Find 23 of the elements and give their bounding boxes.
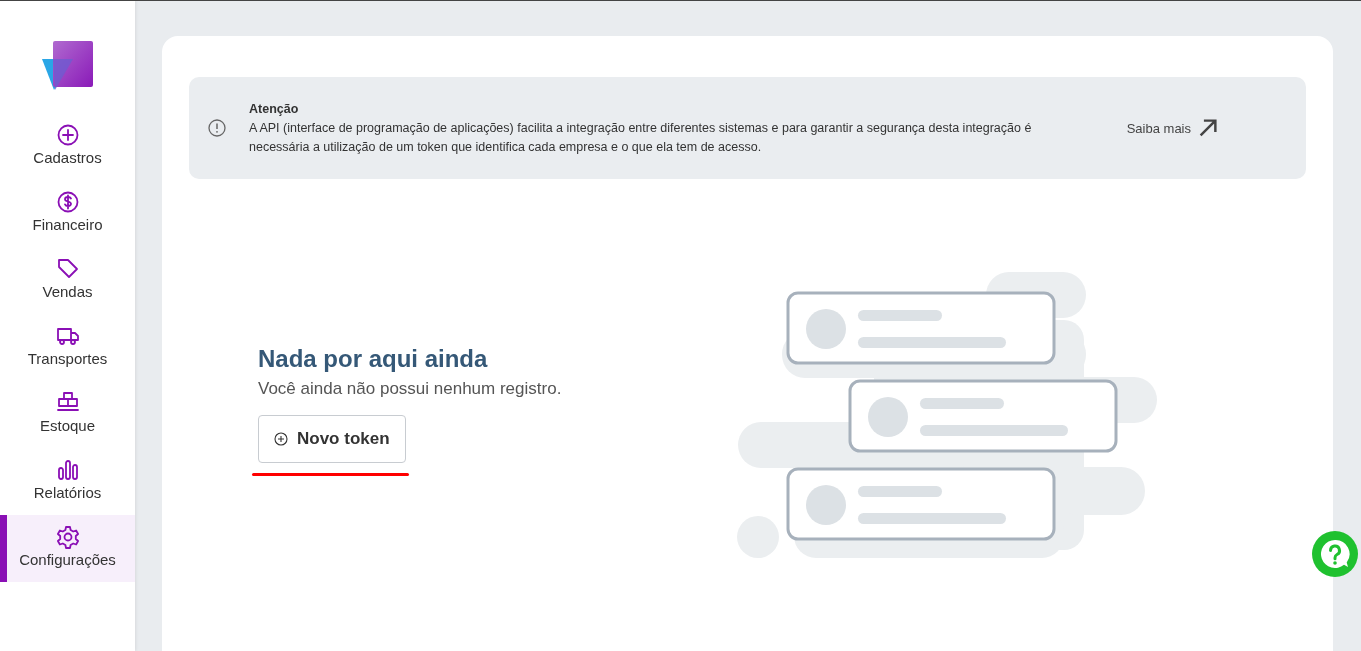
- help-button[interactable]: [1312, 531, 1358, 577]
- sidebar-item[interactable]: Vendas: [0, 247, 135, 314]
- external-link-icon: [1199, 119, 1217, 137]
- bar-chart-icon: [55, 458, 80, 482]
- sidebar-item[interactable]: Relatórios: [0, 448, 135, 515]
- sidebar-item[interactable]: Financeiro: [0, 180, 135, 247]
- new-token-button[interactable]: Novo token: [258, 414, 406, 463]
- learn-more-link[interactable]: Saiba mais: [1126, 119, 1240, 137]
- empty-state-title: Nada por aqui ainda: [258, 344, 489, 373]
- info-icon: [208, 119, 226, 137]
- sidebar-item[interactable]: Transportes: [0, 314, 135, 381]
- sidebar-item[interactable]: Estoque: [0, 381, 135, 448]
- tag-icon: [55, 257, 80, 281]
- settings-icon: [55, 525, 80, 549]
- alert-text: A API (interface de programação de aplicações) facilita a integração entre diferentes sistemas e para garantir a segurança desta integração é necessária a utilização de um token que identifica cada empresa e o que ela tem de acesso.: [249, 120, 1032, 154]
- dollar-icon: [55, 190, 80, 214]
- alert-title: Atenção: [249, 100, 300, 118]
- plus-circle-icon: [274, 431, 288, 446]
- plus-circle-icon: [55, 123, 80, 147]
- empty-state-subtitle: Você ainda não possui nenhum registro.: [258, 378, 563, 399]
- sidebar-item[interactable]: Cadastros: [0, 113, 135, 180]
- sidebar-item[interactable]: Configurações: [0, 515, 135, 582]
- logo-icon: [41, 41, 94, 91]
